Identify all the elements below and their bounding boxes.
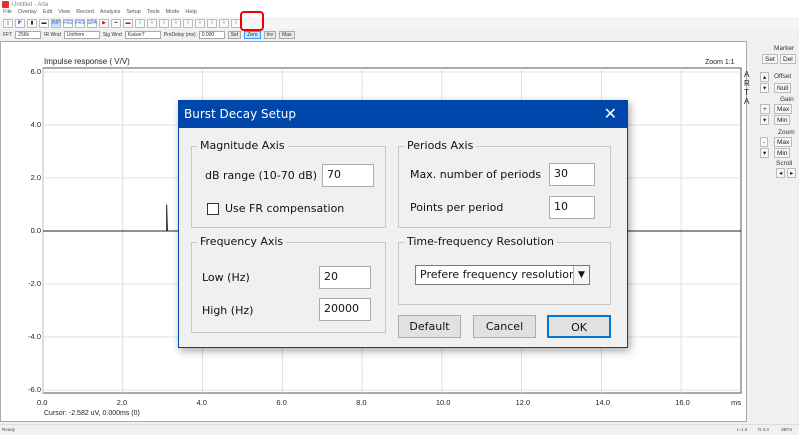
resolution-select[interactable]: Prefere frequency resolution ▼ [415, 265, 590, 285]
status-bar: Ready L-1.0 R-3.0 dBFS [0, 424, 799, 435]
status-unit: dBFS [781, 427, 793, 432]
x-tick-label: 16.0 [675, 398, 690, 407]
y-tick-label: -2.0 [28, 279, 41, 288]
ok-button[interactable]: OK [547, 315, 611, 338]
x-tick-label: 2.0 [116, 398, 128, 407]
y-tick-label: -4.0 [28, 332, 41, 341]
scroll-left-button[interactable]: ◂ [776, 168, 786, 178]
periods-axis-group: Periods Axis Max. number of periods 30 P… [398, 139, 611, 228]
logo-letter: A [744, 97, 750, 106]
resolution-group: Time-frequency Resolution Prefere freque… [398, 235, 611, 305]
y-tick-label: -6.0 [28, 385, 41, 394]
offset-label: Offset [774, 73, 792, 80]
group-label: Magnitude Axis [197, 139, 288, 152]
cursor-readout: Cursor: -2.582 uV, 0.000ms (0) [44, 410, 140, 417]
zoom-in-button[interactable]: - [760, 137, 769, 147]
y-tick-label: 6.0 [30, 67, 41, 76]
zoom-label-rp: Zoom [778, 129, 795, 136]
group-label: Periods Axis [404, 139, 477, 152]
gain-max-button[interactable]: Max [774, 104, 793, 114]
db-range-input[interactable]: 70 [322, 164, 374, 187]
arta-logo: A R T A [744, 70, 752, 106]
offset-down-button[interactable]: ▾ [760, 83, 770, 93]
marker-label: Marker [774, 45, 795, 52]
magnitude-axis-group: Magnitude Axis dB range (10-70 dB) 70 Us… [191, 139, 386, 228]
resolution-value: Prefere frequency resolution [420, 268, 576, 281]
plot-title: Impulse response ( V/V) [44, 57, 130, 66]
marker-del-button[interactable]: Del [780, 54, 796, 64]
gain-min-button[interactable]: Min [774, 115, 791, 125]
max-periods-label: Max. number of periods [410, 168, 542, 181]
group-label: Frequency Axis [197, 235, 287, 248]
default-button[interactable]: Default [398, 315, 461, 338]
x-tick-label: 12.0 [515, 398, 531, 407]
points-per-period-input[interactable]: 10 [549, 196, 595, 219]
x-tick-label: 6.0 [276, 398, 287, 407]
x-tick-label: 4.0 [196, 398, 207, 407]
close-icon[interactable]: ✕ [604, 104, 617, 124]
scroll-label: Scroll [776, 160, 793, 167]
y-tick-label: 4.0 [30, 120, 41, 129]
scroll-right-button[interactable]: ▸ [787, 168, 797, 178]
x-tick-label: 0.0 [37, 398, 48, 407]
dialog-title-bar[interactable]: Burst Decay Setup ✕ [179, 101, 627, 128]
y-tick-label: 0.0 [30, 226, 41, 235]
gain-up-button[interactable]: + [760, 104, 770, 114]
dialog-title: Burst Decay Setup [184, 107, 296, 121]
db-range-label: dB range (10-70 dB) [205, 169, 318, 182]
status-text: Ready [2, 427, 16, 432]
zoom-out-button[interactable]: ▾ [760, 148, 770, 158]
x-unit-label: ms [731, 398, 741, 407]
zoom-max-button[interactable]: Max [774, 137, 793, 147]
zoom-min-button[interactable]: Min [774, 148, 791, 158]
burst-decay-dialog: Burst Decay Setup ✕ Magnitude Axis dB ra… [178, 100, 628, 348]
low-label: Low (Hz) [202, 271, 250, 284]
max-periods-input[interactable]: 30 [549, 163, 595, 186]
points-per-period-label: Points per period [410, 201, 504, 214]
low-input[interactable]: 20 [319, 266, 371, 289]
logo-letter: R [744, 79, 750, 88]
frequency-axis-group: Frequency Axis Low (Hz) 20 High (Hz) 200… [191, 235, 386, 333]
group-label: Time-frequency Resolution [404, 235, 558, 248]
chevron-down-icon[interactable]: ▼ [573, 266, 589, 284]
logo-letter: T [744, 88, 749, 97]
zoom-label: Zoom 1:1 [705, 59, 735, 66]
marker-set-button[interactable]: Set [762, 54, 778, 64]
x-tick-label: 10.0 [435, 398, 451, 407]
use-fr-checkbox[interactable] [207, 203, 219, 215]
right-panel: Marker Set Del ▴ Offset ▾ Null Gain + Ma… [752, 41, 799, 422]
offset-up-button[interactable]: ▴ [760, 72, 770, 82]
x-tick-label: 14.0 [595, 398, 610, 407]
gain-label: Gain [780, 96, 794, 103]
x-tick-label: 8.0 [356, 398, 367, 407]
null-button[interactable]: Null [774, 83, 792, 93]
gain-down-button[interactable]: ▾ [760, 115, 770, 125]
high-label: High (Hz) [202, 304, 254, 317]
high-input[interactable]: 20000 [319, 298, 371, 321]
use-fr-label: Use FR compensation [225, 202, 345, 215]
y-tick-label: 2.0 [30, 173, 41, 182]
status-r: R-3.0 [758, 427, 770, 432]
cancel-button[interactable]: Cancel [473, 315, 536, 338]
status-l: L-1.0 [737, 427, 748, 432]
logo-letter: A [744, 70, 750, 79]
